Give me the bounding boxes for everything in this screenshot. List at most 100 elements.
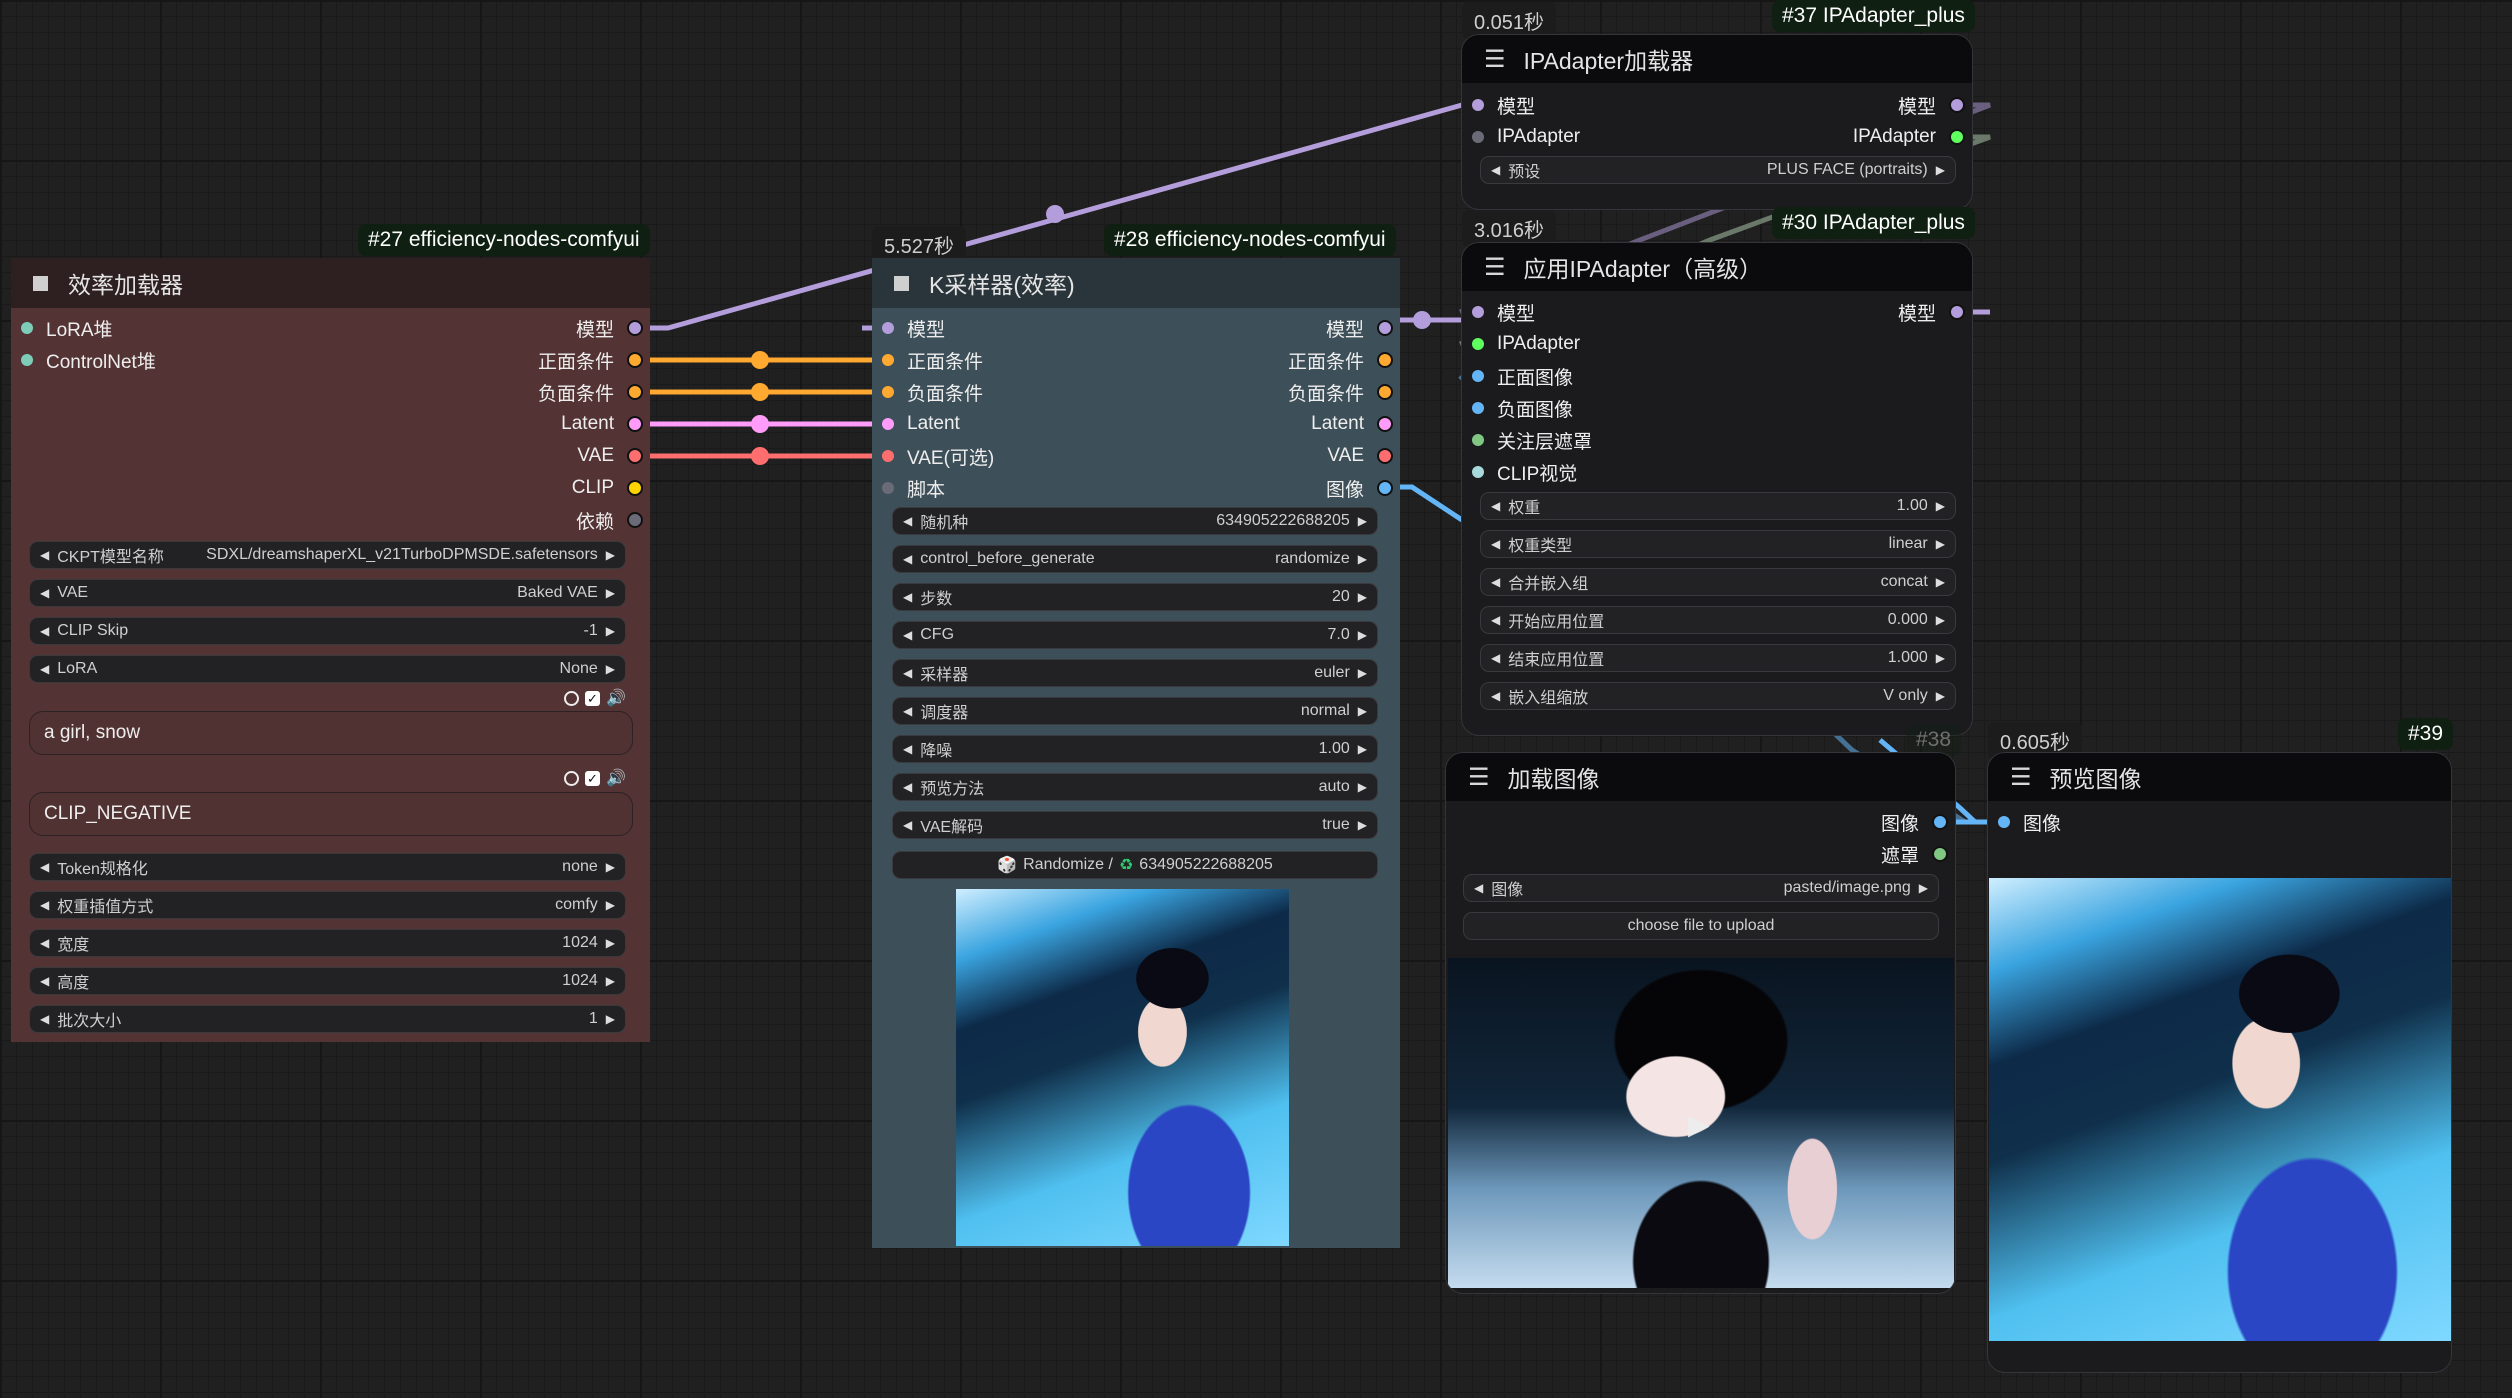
output-slot[interactable]: 负面条件 bbox=[1140, 378, 1393, 406]
combo-widget[interactable]: ◀ 合并嵌入组 concat ▶ bbox=[1480, 568, 1956, 596]
input-slot[interactable]: ControlNet堆 bbox=[21, 346, 321, 374]
combo-widget[interactable]: ◀ 步数 20 ▶ bbox=[892, 583, 1378, 611]
checkbox-icon[interactable]: ✓ bbox=[585, 690, 600, 706]
input-slot[interactable]: 负面图像 bbox=[1472, 394, 1732, 422]
decrement-arrow-icon[interactable]: ◀ bbox=[1491, 575, 1500, 589]
increment-arrow-icon[interactable]: ▶ bbox=[1358, 590, 1367, 604]
decrement-arrow-icon[interactable]: ◀ bbox=[40, 548, 49, 562]
node-header[interactable]: ☰ 加载图像 bbox=[1446, 753, 1955, 801]
output-dot-icon[interactable] bbox=[627, 352, 643, 368]
input-slot[interactable]: VAE(可选) bbox=[882, 442, 1122, 470]
increment-arrow-icon[interactable]: ▶ bbox=[1936, 499, 1945, 513]
output-dot-icon[interactable] bbox=[1377, 320, 1393, 336]
increment-arrow-icon[interactable]: ▶ bbox=[606, 662, 615, 676]
decrement-arrow-icon[interactable]: ◀ bbox=[903, 590, 912, 604]
decrement-arrow-icon[interactable]: ◀ bbox=[903, 628, 912, 642]
decrement-arrow-icon[interactable]: ◀ bbox=[1491, 689, 1500, 703]
output-dot-icon[interactable] bbox=[627, 480, 643, 496]
output-dot-icon[interactable] bbox=[1932, 814, 1948, 830]
combo-widget[interactable]: ◀ control_before_generate randomize ▶ bbox=[892, 545, 1378, 573]
output-dot-icon[interactable] bbox=[627, 448, 643, 464]
input-dot-icon[interactable] bbox=[882, 482, 894, 494]
negative-prompt-input[interactable]: CLIP_NEGATIVE bbox=[29, 792, 633, 836]
output-dot-icon[interactable] bbox=[1377, 448, 1393, 464]
output-dot-icon[interactable] bbox=[1377, 416, 1393, 432]
output-slot[interactable]: VAE bbox=[330, 442, 643, 470]
node-header[interactable]: 效率加载器 bbox=[11, 258, 650, 308]
increment-arrow-icon[interactable]: ▶ bbox=[1358, 742, 1367, 756]
speaker-icon[interactable]: 🔊 bbox=[606, 768, 626, 788]
increment-arrow-icon[interactable]: ▶ bbox=[1936, 613, 1945, 627]
output-slot[interactable]: 图像 bbox=[1700, 808, 1948, 836]
input-dot-icon[interactable] bbox=[882, 386, 894, 398]
combo-widget[interactable]: ◀ 宽度 1024 ▶ bbox=[29, 929, 626, 957]
decrement-arrow-icon[interactable]: ◀ bbox=[903, 666, 912, 680]
input-dot-icon[interactable] bbox=[882, 354, 894, 366]
output-dot-icon[interactable] bbox=[627, 320, 643, 336]
combo-widget[interactable]: ◀ 调度器 normal ▶ bbox=[892, 697, 1378, 725]
decrement-arrow-icon[interactable]: ◀ bbox=[40, 662, 49, 676]
input-dot-icon[interactable] bbox=[882, 418, 894, 430]
output-slot[interactable]: 负面条件 bbox=[330, 378, 643, 406]
increment-arrow-icon[interactable]: ▶ bbox=[1936, 537, 1945, 551]
output-dot-icon[interactable] bbox=[1377, 352, 1393, 368]
output-slot[interactable]: 正面条件 bbox=[330, 346, 643, 374]
increment-arrow-icon[interactable]: ▶ bbox=[606, 548, 615, 562]
output-slot[interactable]: 模型 bbox=[330, 314, 643, 342]
output-slot[interactable]: VAE bbox=[1140, 442, 1393, 470]
collapse-icon[interactable] bbox=[894, 275, 909, 291]
combo-widget[interactable]: ◀ 结束应用位置 1.000 ▶ bbox=[1480, 644, 1956, 672]
increment-arrow-icon[interactable]: ▶ bbox=[1936, 651, 1945, 665]
radio-icon[interactable] bbox=[564, 690, 579, 706]
menu-icon[interactable]: ☰ bbox=[1468, 763, 1490, 792]
input-slot[interactable]: IPAdapter bbox=[1472, 123, 1712, 151]
increment-arrow-icon[interactable]: ▶ bbox=[1358, 514, 1367, 528]
prompt-toggles[interactable]: ✓ 🔊 bbox=[564, 688, 626, 708]
combo-widget[interactable]: ◀ 采样器 euler ▶ bbox=[892, 659, 1378, 687]
node-header[interactable]: K采样器(效率) bbox=[872, 258, 1400, 308]
increment-arrow-icon[interactable]: ▶ bbox=[1936, 689, 1945, 703]
node-header[interactable]: ☰ 应用IPAdapter（高级） bbox=[1462, 243, 1972, 291]
collapse-icon[interactable] bbox=[33, 275, 48, 291]
speaker-icon[interactable]: 🔊 bbox=[606, 688, 626, 708]
input-slot[interactable]: Latent bbox=[882, 410, 1122, 438]
input-dot-icon[interactable] bbox=[1472, 434, 1484, 446]
input-slot[interactable]: IPAdapter bbox=[1472, 330, 1732, 358]
output-slot[interactable]: 图像 bbox=[1140, 474, 1393, 502]
increment-arrow-icon[interactable]: ▶ bbox=[1358, 818, 1367, 832]
decrement-arrow-icon[interactable]: ◀ bbox=[903, 704, 912, 718]
input-dot-icon[interactable] bbox=[1472, 99, 1484, 111]
increment-arrow-icon[interactable]: ▶ bbox=[606, 1012, 615, 1026]
output-dot-icon[interactable] bbox=[1377, 384, 1393, 400]
increment-arrow-icon[interactable]: ▶ bbox=[1936, 575, 1945, 589]
decrement-arrow-icon[interactable]: ◀ bbox=[40, 624, 49, 638]
decrement-arrow-icon[interactable]: ◀ bbox=[40, 860, 49, 874]
decrement-arrow-icon[interactable]: ◀ bbox=[1474, 881, 1483, 895]
output-slot[interactable]: Latent bbox=[1140, 410, 1393, 438]
decrement-arrow-icon[interactable]: ◀ bbox=[1491, 537, 1500, 551]
randomize-button[interactable]: 🎲 Randomize / ♻ 634905222688205 bbox=[892, 851, 1378, 879]
increment-arrow-icon[interactable]: ▶ bbox=[606, 860, 615, 874]
combo-widget[interactable]: ◀ 权重 1.00 ▶ bbox=[1480, 492, 1956, 520]
output-slot[interactable]: 遮罩 bbox=[1700, 840, 1948, 868]
menu-icon[interactable]: ☰ bbox=[1484, 253, 1506, 282]
radio-icon[interactable] bbox=[564, 770, 579, 786]
output-slot[interactable]: CLIP bbox=[330, 474, 643, 502]
decrement-arrow-icon[interactable]: ◀ bbox=[903, 742, 912, 756]
preview-image-node[interactable]: ☰ 预览图像 bbox=[1987, 752, 2452, 1373]
input-dot-icon[interactable] bbox=[1472, 402, 1484, 414]
decrement-arrow-icon[interactable]: ◀ bbox=[1491, 651, 1500, 665]
output-dot-icon[interactable] bbox=[1377, 480, 1393, 496]
input-slot[interactable]: 脚本 bbox=[882, 474, 1122, 502]
input-dot-icon[interactable] bbox=[1472, 338, 1484, 350]
increment-arrow-icon[interactable]: ▶ bbox=[1358, 628, 1367, 642]
input-slot[interactable]: 负面条件 bbox=[882, 378, 1122, 406]
node-header[interactable]: ☰ 预览图像 bbox=[1988, 753, 2451, 801]
combo-widget[interactable]: ◀ 随机种 634905222688205 ▶ bbox=[892, 507, 1378, 535]
decrement-arrow-icon[interactable]: ◀ bbox=[40, 936, 49, 950]
input-slot[interactable]: 模型 bbox=[882, 314, 1122, 342]
input-slot[interactable]: CLIP视觉 bbox=[1472, 458, 1732, 486]
combo-widget[interactable]: ◀ VAE解码 true ▶ bbox=[892, 811, 1378, 839]
menu-icon[interactable]: ☰ bbox=[1484, 45, 1506, 74]
decrement-arrow-icon[interactable]: ◀ bbox=[40, 898, 49, 912]
